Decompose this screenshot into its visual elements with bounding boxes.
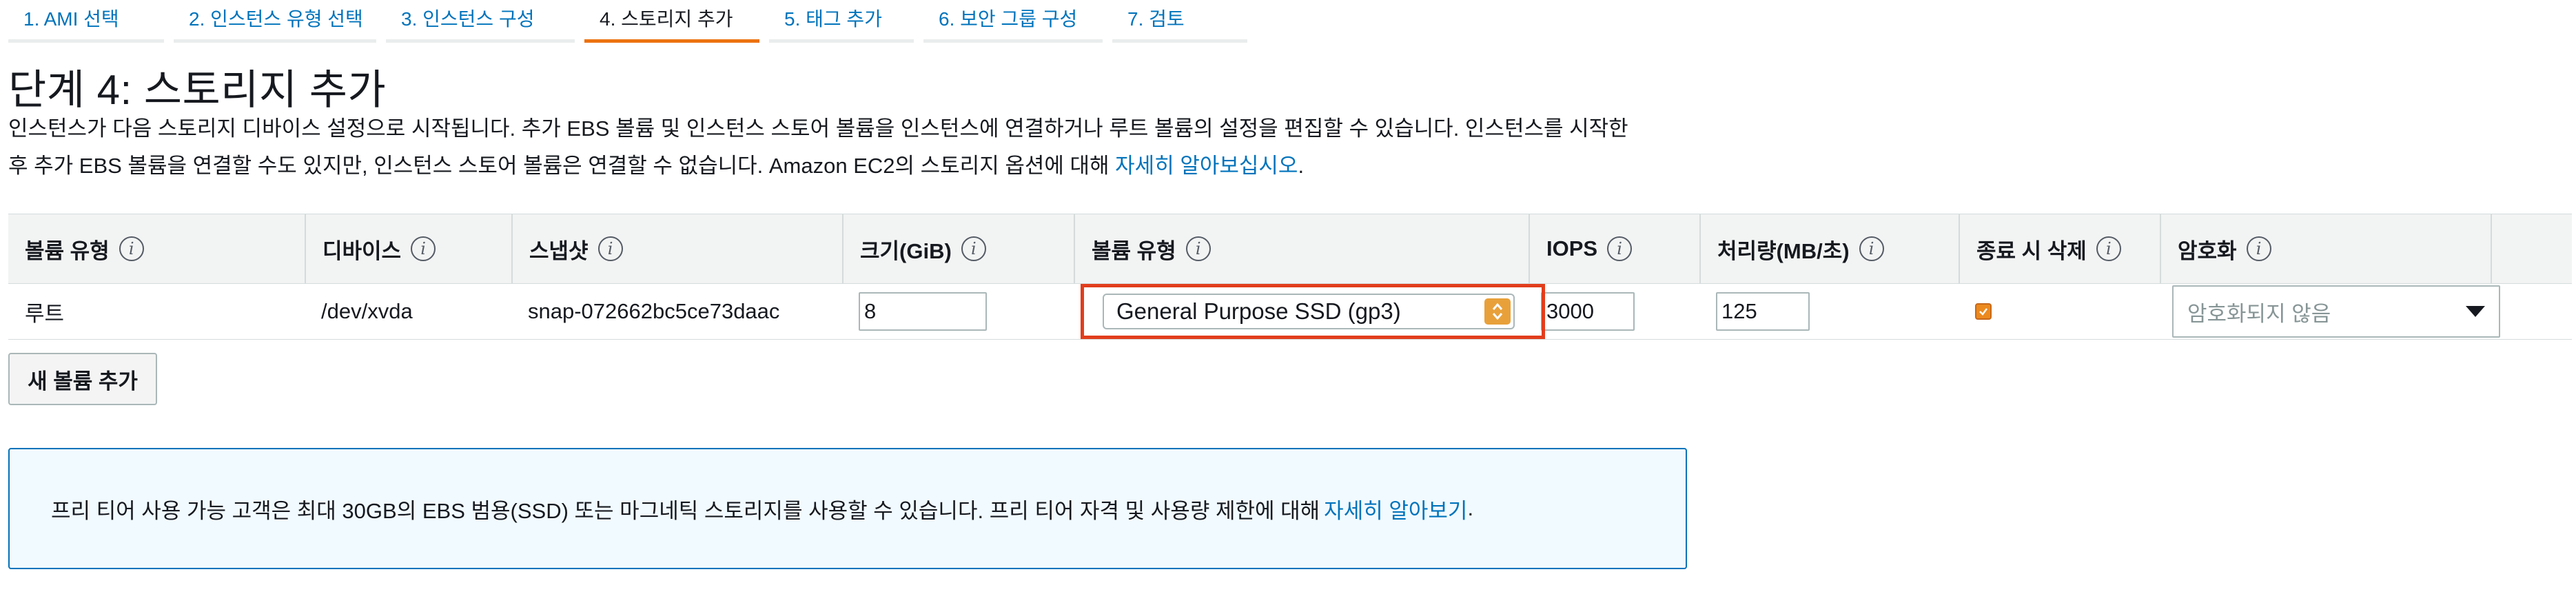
info-icon[interactable]: i (961, 236, 986, 261)
cell-device: /dev/xvda (321, 299, 413, 323)
info-icon[interactable]: i (597, 236, 623, 261)
header-encryption: 암호화 i (2160, 214, 2491, 283)
header-throughput: 처리량(MB/초) i (1699, 214, 1959, 283)
volume-type-value: General Purpose SSD (gp3) (1116, 298, 1401, 324)
storage-table: 볼륨 유형 i 디바이스 i 스냅샷 i 크기(GiB) i 볼륨 유형 i I… (8, 214, 2572, 340)
info-icon[interactable]: i (2246, 236, 2271, 261)
header-spacer (2491, 214, 2572, 283)
step-6-security-group[interactable]: 6. 보안 그룹 구성 (923, 0, 1103, 43)
header-delete-on-termination-label: 종료 시 삭제 (1976, 238, 2087, 263)
header-size-label: 크기(GiB) (860, 238, 952, 263)
cell-ebs-type: General Purpose SSD (gp3) (1074, 284, 1529, 339)
header-ebs-type-label: 볼륨 유형 (1092, 238, 1176, 263)
step-4-add-storage[interactable]: 4. 스토리지 추가 (584, 0, 759, 43)
free-tier-info-banner: 프리 티어 사용 가능 고객은 최대 30GB의 EBS 범용(SSD) 또는 … (8, 448, 1687, 569)
checkmark-icon (1979, 308, 1987, 316)
info-icon[interactable]: i (119, 236, 144, 261)
header-encryption-label: 암호화 (2178, 238, 2237, 263)
cell-throughput (1699, 284, 1959, 339)
step-1-ami[interactable]: 1. AMI 선택 (8, 0, 164, 43)
header-volume-type: 볼륨 유형 i (8, 214, 305, 283)
description-period: . (1298, 154, 1305, 178)
caret-down-icon (2466, 306, 2485, 317)
description-line-1: 인스턴스가 다음 스토리지 디바이스 설정으로 시작됩니다. 추가 EBS 볼륨… (8, 116, 1628, 141)
banner-period: . (1467, 496, 1474, 520)
banner-text: 프리 티어 사용 가능 고객은 최대 30GB의 EBS 범용(SSD) 또는 … (51, 498, 1320, 523)
header-volume-type-label: 볼륨 유형 (25, 238, 110, 263)
delete-on-termination-checkbox[interactable] (1975, 303, 1992, 320)
table-header: 볼륨 유형 i 디바이스 i 스냅샷 i 크기(GiB) i 볼륨 유형 i I… (8, 214, 2572, 284)
wizard-steps: 1. AMI 선택 2. 인스턴스 유형 선택 3. 인스턴스 구성 4. 스토… (8, 0, 1257, 43)
header-snapshot: 스냅샷 i (511, 214, 842, 283)
iops-input[interactable] (1541, 292, 1635, 331)
select-arrows-icon (1484, 298, 1511, 325)
header-device: 디바이스 i (305, 214, 511, 283)
header-size: 크기(GiB) i (842, 214, 1074, 283)
size-input[interactable] (859, 292, 987, 331)
header-iops: IOPS i (1529, 214, 1699, 283)
learn-more-storage-link[interactable]: 자세히 알아보십시오 (1115, 154, 1298, 178)
step-3-configure-instance[interactable]: 3. 인스턴스 구성 (386, 0, 575, 43)
cell-volume-type: 루트 (25, 301, 65, 326)
throughput-input[interactable] (1716, 292, 1810, 331)
free-tier-learn-more-link[interactable]: 자세히 알아보기 (1324, 493, 1467, 524)
description-line-2: 후 추가 EBS 볼륨을 연결할 수도 있지만, 인스턴스 스토어 볼륨은 연결… (8, 147, 1704, 185)
info-icon[interactable]: i (411, 236, 436, 261)
add-new-volume-button[interactable]: 새 볼륨 추가 (8, 353, 157, 405)
header-snapshot-label: 스냅샷 (529, 238, 589, 263)
header-device-label: 디바이스 (323, 238, 402, 263)
info-icon[interactable]: i (1607, 236, 1633, 261)
info-icon[interactable]: i (1859, 236, 1884, 261)
cell-iops (1529, 284, 1699, 339)
step-7-review[interactable]: 7. 검토 (1112, 0, 1247, 43)
description-text: 후 추가 EBS 볼륨을 연결할 수도 있지만, 인스턴스 스토어 볼륨은 연결… (8, 154, 1116, 178)
step-2-instance-type[interactable]: 2. 인스턴스 유형 선택 (174, 0, 376, 43)
page-description: 인스턴스가 다음 스토리지 디바이스 설정으로 시작됩니다. 추가 EBS 볼륨… (8, 110, 1704, 185)
cell-delete-on-termination (1959, 284, 2160, 339)
encryption-value: 암호화되지 않음 (2187, 301, 2331, 326)
encryption-select[interactable]: 암호화되지 않음 (2172, 285, 2500, 338)
header-iops-label: IOPS (1546, 236, 1598, 260)
header-ebs-type: 볼륨 유형 i (1074, 214, 1529, 283)
table-row: 루트 /dev/xvda snap-072662bc5ce73daac Gene… (8, 284, 2572, 340)
info-icon[interactable]: i (2096, 236, 2121, 261)
cell-encryption: 암호화되지 않음 (2160, 284, 2573, 339)
cell-size (842, 284, 1074, 339)
info-icon[interactable]: i (1185, 236, 1211, 261)
step-5-add-tags[interactable]: 5. 태그 추가 (769, 0, 914, 43)
page-title: 단계 4: 스토리지 추가 (8, 67, 387, 113)
header-throughput-label: 처리량(MB/초) (1717, 238, 1850, 263)
cell-snapshot: snap-072662bc5ce73daac (528, 299, 780, 323)
header-delete-on-termination: 종료 시 삭제 i (1959, 214, 2160, 283)
volume-type-select[interactable]: General Purpose SSD (gp3) (1103, 294, 1515, 329)
